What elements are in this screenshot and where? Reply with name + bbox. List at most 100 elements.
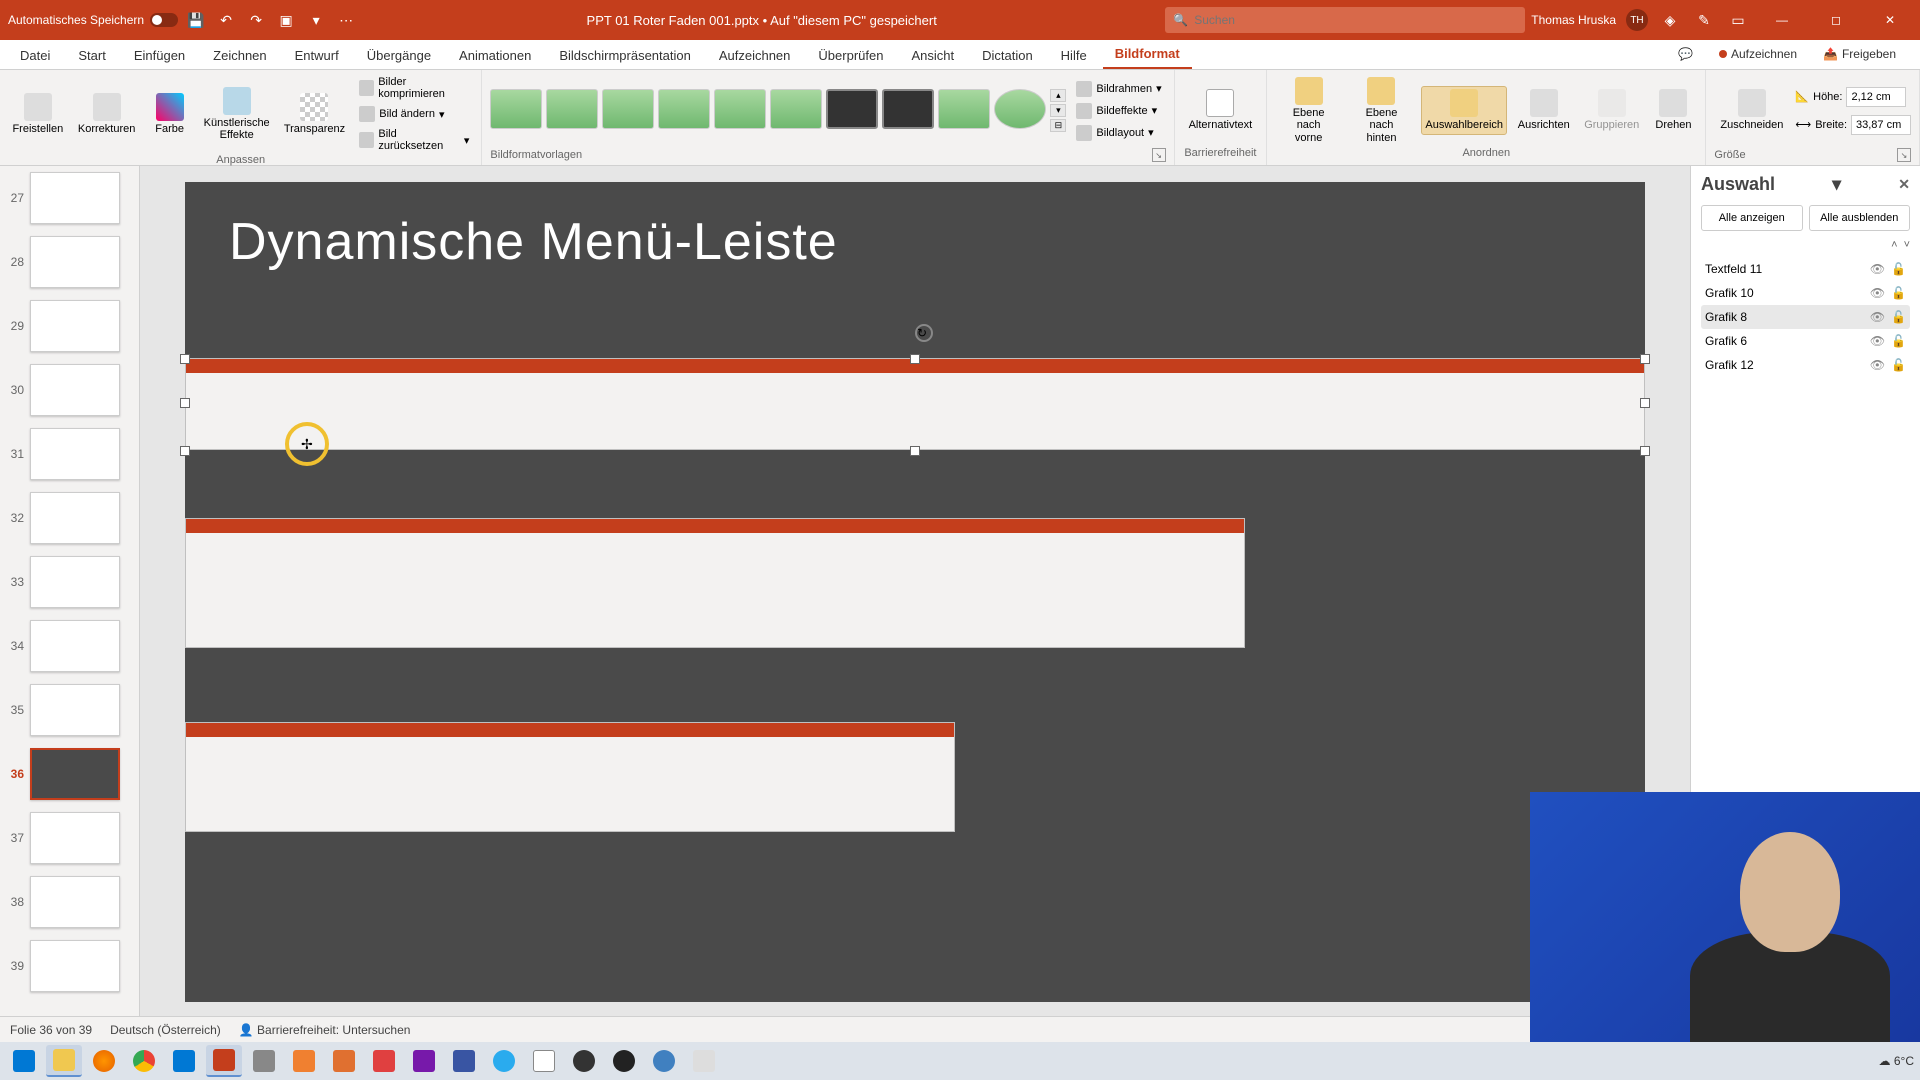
search-input[interactable]	[1194, 13, 1517, 27]
visibility-icon[interactable]: 👁	[1870, 358, 1885, 372]
tab-bildformat[interactable]: Bildformat	[1103, 40, 1192, 69]
tab-dictation[interactable]: Dictation	[970, 42, 1045, 69]
slide-thumb-39[interactable]: 39	[0, 934, 139, 998]
present-icon[interactable]: ▣	[274, 8, 298, 32]
tab-ansicht[interactable]: Ansicht	[899, 42, 966, 69]
width-input[interactable]	[1851, 115, 1911, 135]
dialog-launcher[interactable]: ↘	[1897, 148, 1911, 162]
reset-image-button[interactable]: Bild zurücksetzen ▾	[355, 126, 473, 154]
sel-handle[interactable]	[180, 354, 190, 364]
height-field[interactable]: 📐Höhe:	[1795, 87, 1911, 107]
slide-thumb-31[interactable]: 31	[0, 422, 139, 486]
slide-thumb-35[interactable]: 35	[0, 678, 139, 742]
tab-einfuegen[interactable]: Einfügen	[122, 42, 197, 69]
app-button[interactable]	[646, 1045, 682, 1077]
group-button[interactable]: Gruppieren	[1580, 87, 1643, 133]
lock-icon[interactable]: 🔓	[1891, 358, 1906, 372]
record-button[interactable]: Aufzeichnen	[1711, 43, 1805, 65]
picture-border-button[interactable]: Bildrahmen ▾	[1072, 79, 1165, 99]
inserted-image-3[interactable]	[185, 722, 955, 832]
show-all-button[interactable]: Alle anzeigen	[1701, 205, 1803, 231]
share-button[interactable]: 📤 Freigeben	[1815, 43, 1904, 65]
effekte-button[interactable]: Künstlerische Effekte	[200, 85, 274, 143]
app-button[interactable]	[686, 1045, 722, 1077]
lock-icon[interactable]: 🔓	[1891, 262, 1906, 276]
style-thumb[interactable]	[826, 89, 878, 129]
visibility-icon[interactable]: 👁	[1870, 286, 1885, 300]
tab-aufzeichnen[interactable]: Aufzeichnen	[707, 42, 803, 69]
visibility-icon[interactable]: 👁	[1870, 262, 1885, 276]
obs-button[interactable]	[566, 1045, 602, 1077]
slide-thumbnails[interactable]: 27282930313233343536373839	[0, 166, 140, 1016]
hide-all-button[interactable]: Alle ausblenden	[1809, 205, 1911, 231]
app-button[interactable]	[366, 1045, 402, 1077]
transparenz-button[interactable]: Transparenz	[280, 91, 350, 137]
explorer-button[interactable]	[46, 1045, 82, 1077]
lock-icon[interactable]: 🔓	[1891, 310, 1906, 324]
sel-handle[interactable]	[180, 446, 190, 456]
crop-button[interactable]: Zuschneiden	[1714, 87, 1789, 133]
save-icon[interactable]: 💾	[184, 8, 208, 32]
tab-bildschirm[interactable]: Bildschirmpräsentation	[547, 42, 703, 69]
style-thumb[interactable]	[602, 89, 654, 129]
outlook-button[interactable]	[166, 1045, 202, 1077]
freistellen-button[interactable]: Freistellen	[8, 91, 68, 137]
window-icon[interactable]: ▭	[1726, 8, 1750, 32]
width-field[interactable]: ⟷Breite:	[1795, 115, 1911, 135]
visibility-icon[interactable]: 👁	[1870, 310, 1885, 324]
pane-options-icon[interactable]: ▾	[1832, 174, 1841, 195]
visibility-icon[interactable]: 👁	[1870, 334, 1885, 348]
style-thumb[interactable]	[994, 89, 1046, 129]
weather-widget[interactable]: ☁ 6°C	[1879, 1054, 1914, 1068]
slide-thumb-38[interactable]: 38	[0, 870, 139, 934]
slide-thumb-30[interactable]: 30	[0, 358, 139, 422]
selection-item[interactable]: Grafik 10👁🔓	[1701, 281, 1910, 305]
language-status[interactable]: Deutsch (Österreich)	[110, 1023, 221, 1037]
firefox-button[interactable]	[86, 1045, 122, 1077]
farbe-button[interactable]: Farbe	[146, 91, 194, 137]
picture-layout-button[interactable]: Bildlayout ▾	[1072, 123, 1165, 143]
undo-icon[interactable]: ↶	[214, 8, 238, 32]
gallery-scroll[interactable]: ▴▾⊟	[1050, 89, 1066, 132]
app-button[interactable]	[526, 1045, 562, 1077]
minimize-button[interactable]: ―	[1760, 0, 1804, 40]
close-button[interactable]: ✕	[1868, 0, 1912, 40]
height-input[interactable]	[1846, 87, 1906, 107]
telegram-button[interactable]	[486, 1045, 522, 1077]
slide-title[interactable]: Dynamische Menü-Leiste	[229, 212, 838, 272]
slide-thumb-36[interactable]: 36	[0, 742, 139, 806]
app-button[interactable]	[606, 1045, 642, 1077]
style-thumb[interactable]	[714, 89, 766, 129]
slide-thumb-27[interactable]: 27	[0, 166, 139, 230]
system-tray[interactable]: ☁ 6°C	[1879, 1054, 1914, 1068]
picture-effects-button[interactable]: Bildeffekte ▾	[1072, 101, 1165, 121]
toggle-switch[interactable]	[150, 13, 178, 27]
inserted-image-1[interactable]	[185, 358, 1645, 450]
visio-button[interactable]	[446, 1045, 482, 1077]
app-button[interactable]	[246, 1045, 282, 1077]
rotate-button[interactable]: Drehen	[1649, 87, 1697, 133]
document-title[interactable]: PPT 01 Roter Faden 001.pptx • Auf "diese…	[364, 13, 1159, 28]
maximize-button[interactable]: ◻	[1814, 0, 1858, 40]
close-pane-button[interactable]: ✕	[1898, 176, 1910, 193]
change-image-button[interactable]: Bild ändern ▾	[355, 104, 473, 124]
slide-thumb-32[interactable]: 32	[0, 486, 139, 550]
sel-handle[interactable]	[1640, 354, 1650, 364]
sel-handle[interactable]	[180, 398, 190, 408]
korrekturen-button[interactable]: Korrekturen	[74, 91, 140, 137]
style-thumb[interactable]	[490, 89, 542, 129]
autosave-toggle[interactable]: Automatisches Speichern	[8, 13, 178, 27]
redo-icon[interactable]: ↷	[244, 8, 268, 32]
slide-counter[interactable]: Folie 36 von 39	[10, 1023, 92, 1037]
lock-icon[interactable]: 🔓	[1891, 334, 1906, 348]
slide-thumb-28[interactable]: 28	[0, 230, 139, 294]
search-box[interactable]: 🔍	[1165, 7, 1525, 33]
move-down-icon[interactable]: ˅	[1904, 239, 1910, 251]
dialog-launcher[interactable]: ↘	[1152, 148, 1166, 162]
onenote-button[interactable]	[406, 1045, 442, 1077]
move-up-icon[interactable]: ˄	[1891, 239, 1897, 251]
sel-handle[interactable]	[910, 354, 920, 364]
chrome-button[interactable]	[126, 1045, 162, 1077]
lock-icon[interactable]: 🔓	[1891, 286, 1906, 300]
style-thumb[interactable]	[938, 89, 990, 129]
